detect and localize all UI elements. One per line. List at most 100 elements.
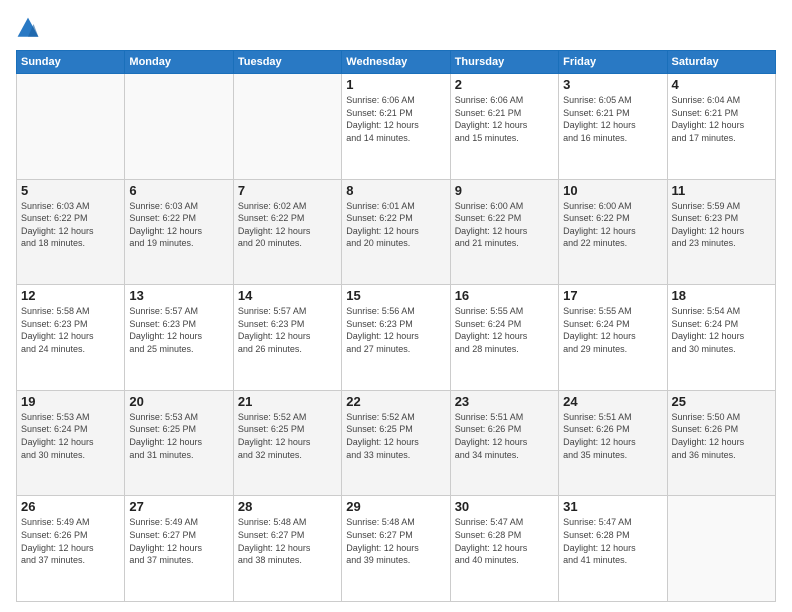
calendar-week-5: 26 Sunrise: 5:49 AM Sunset: 6:26 PM Dayli…	[17, 496, 776, 602]
calendar-cell: 1 Sunrise: 6:06 AM Sunset: 6:21 PM Daylig…	[342, 74, 450, 180]
day-number: 12	[21, 288, 120, 303]
day-number: 19	[21, 394, 120, 409]
day-info: Sunrise: 5:53 AM Sunset: 6:25 PM Dayligh…	[129, 411, 228, 461]
header	[16, 16, 776, 40]
day-number: 24	[563, 394, 662, 409]
calendar-cell: 30 Sunrise: 5:47 AM Sunset: 6:28 PM Dayli…	[450, 496, 558, 602]
day-number: 15	[346, 288, 445, 303]
weekday-thursday: Thursday	[450, 51, 558, 74]
day-info: Sunrise: 5:53 AM Sunset: 6:24 PM Dayligh…	[21, 411, 120, 461]
calendar-cell: 23 Sunrise: 5:51 AM Sunset: 6:26 PM Dayli…	[450, 390, 558, 496]
day-number: 3	[563, 77, 662, 92]
day-info: Sunrise: 5:54 AM Sunset: 6:24 PM Dayligh…	[672, 305, 771, 355]
day-number: 4	[672, 77, 771, 92]
calendar-week-3: 12Sunrise: 5:58 AM Sunset: 6:23 PM Dayli…	[17, 285, 776, 391]
day-info: Sunrise: 6:02 AM Sunset: 6:22 PM Dayligh…	[238, 200, 337, 250]
calendar-cell: 5Sunrise: 6:03 AM Sunset: 6:22 PM Daylig…	[17, 179, 125, 285]
weekday-sunday: Sunday	[17, 51, 125, 74]
day-number: 14	[238, 288, 337, 303]
calendar-cell: 22 Sunrise: 5:52 AM Sunset: 6:25 PM Dayli…	[342, 390, 450, 496]
calendar-week-1: 1 Sunrise: 6:06 AM Sunset: 6:21 PM Daylig…	[17, 74, 776, 180]
day-info: Sunrise: 6:05 AM Sunset: 6:21 PM Dayligh…	[563, 94, 662, 144]
calendar-cell: 29 Sunrise: 5:48 AM Sunset: 6:27 PM Dayli…	[342, 496, 450, 602]
calendar-cell	[667, 496, 775, 602]
day-info: Sunrise: 6:00 AM Sunset: 6:22 PM Dayligh…	[455, 200, 554, 250]
day-number: 30	[455, 499, 554, 514]
day-number: 16	[455, 288, 554, 303]
weekday-friday: Friday	[559, 51, 667, 74]
calendar-cell: 8 Sunrise: 6:01 AM Sunset: 6:22 PM Daylig…	[342, 179, 450, 285]
day-info: Sunrise: 5:50 AM Sunset: 6:26 PM Dayligh…	[672, 411, 771, 461]
calendar-cell: 27Sunrise: 5:49 AM Sunset: 6:27 PM Dayli…	[125, 496, 233, 602]
weekday-header-row: SundayMondayTuesdayWednesdayThursdayFrid…	[17, 51, 776, 74]
day-info: Sunrise: 5:49 AM Sunset: 6:26 PM Dayligh…	[21, 516, 120, 566]
day-number: 22	[346, 394, 445, 409]
day-number: 1	[346, 77, 445, 92]
day-info: Sunrise: 5:48 AM Sunset: 6:27 PM Dayligh…	[346, 516, 445, 566]
calendar-table: SundayMondayTuesdayWednesdayThursdayFrid…	[16, 50, 776, 602]
day-number: 10	[563, 183, 662, 198]
logo	[16, 16, 44, 40]
day-number: 21	[238, 394, 337, 409]
day-info: Sunrise: 5:47 AM Sunset: 6:28 PM Dayligh…	[563, 516, 662, 566]
weekday-wednesday: Wednesday	[342, 51, 450, 74]
day-number: 7	[238, 183, 337, 198]
calendar-cell: 4Sunrise: 6:04 AM Sunset: 6:21 PM Daylig…	[667, 74, 775, 180]
calendar-cell: 26 Sunrise: 5:49 AM Sunset: 6:26 PM Dayli…	[17, 496, 125, 602]
weekday-saturday: Saturday	[667, 51, 775, 74]
day-info: Sunrise: 6:06 AM Sunset: 6:21 PM Dayligh…	[346, 94, 445, 144]
calendar-cell: 7 Sunrise: 6:02 AM Sunset: 6:22 PM Daylig…	[233, 179, 341, 285]
calendar-cell: 12Sunrise: 5:58 AM Sunset: 6:23 PM Dayli…	[17, 285, 125, 391]
day-number: 2	[455, 77, 554, 92]
calendar-week-2: 5 Sunrise: 6:03 AM Sunset: 6:22 PM Daylig…	[17, 179, 776, 285]
day-number: 8	[346, 183, 445, 198]
calendar-cell	[233, 74, 341, 180]
calendar-cell: 2 Sunrise: 6:06 AM Sunset: 6:21 PM Daylig…	[450, 74, 558, 180]
weekday-tuesday: Tuesday	[233, 51, 341, 74]
day-number: 20	[129, 394, 228, 409]
day-info: Sunrise: 5:57 AM Sunset: 6:23 PM Dayligh…	[238, 305, 337, 355]
page: SundayMondayTuesdayWednesdayThursdayFrid…	[0, 0, 792, 612]
day-number: 17	[563, 288, 662, 303]
calendar-cell: 11Sunrise: 5:59 AM Sunset: 6:23 PM Dayli…	[667, 179, 775, 285]
day-info: Sunrise: 6:06 AM Sunset: 6:21 PM Dayligh…	[455, 94, 554, 144]
day-info: Sunrise: 5:49 AM Sunset: 6:27 PM Dayligh…	[129, 516, 228, 566]
day-number: 29	[346, 499, 445, 514]
calendar-week-4: 19 Sunrise: 5:53 AM Sunset: 6:24 PM Dayli…	[17, 390, 776, 496]
day-info: Sunrise: 6:00 AM Sunset: 6:22 PM Dayligh…	[563, 200, 662, 250]
day-number: 25	[672, 394, 771, 409]
calendar-cell	[17, 74, 125, 180]
day-number: 18	[672, 288, 771, 303]
day-info: Sunrise: 5:55 AM Sunset: 6:24 PM Dayligh…	[563, 305, 662, 355]
day-number: 28	[238, 499, 337, 514]
day-info: Sunrise: 5:56 AM Sunset: 6:23 PM Dayligh…	[346, 305, 445, 355]
logo-icon	[16, 16, 40, 40]
calendar-cell: 9 Sunrise: 6:00 AM Sunset: 6:22 PM Daylig…	[450, 179, 558, 285]
day-number: 26	[21, 499, 120, 514]
calendar-cell: 18 Sunrise: 5:54 AM Sunset: 6:24 PM Dayli…	[667, 285, 775, 391]
day-info: Sunrise: 5:52 AM Sunset: 6:25 PM Dayligh…	[346, 411, 445, 461]
day-info: Sunrise: 5:51 AM Sunset: 6:26 PM Dayligh…	[455, 411, 554, 461]
day-info: Sunrise: 5:55 AM Sunset: 6:24 PM Dayligh…	[455, 305, 554, 355]
calendar-cell: 28Sunrise: 5:48 AM Sunset: 6:27 PM Dayli…	[233, 496, 341, 602]
day-info: Sunrise: 6:01 AM Sunset: 6:22 PM Dayligh…	[346, 200, 445, 250]
calendar-cell: 16 Sunrise: 5:55 AM Sunset: 6:24 PM Dayli…	[450, 285, 558, 391]
calendar-cell: 3 Sunrise: 6:05 AM Sunset: 6:21 PM Daylig…	[559, 74, 667, 180]
calendar-cell: 13Sunrise: 5:57 AM Sunset: 6:23 PM Dayli…	[125, 285, 233, 391]
day-info: Sunrise: 6:03 AM Sunset: 6:22 PM Dayligh…	[129, 200, 228, 250]
calendar-cell: 21 Sunrise: 5:52 AM Sunset: 6:25 PM Dayli…	[233, 390, 341, 496]
weekday-monday: Monday	[125, 51, 233, 74]
calendar-cell	[125, 74, 233, 180]
calendar-cell: 6 Sunrise: 6:03 AM Sunset: 6:22 PM Daylig…	[125, 179, 233, 285]
calendar-cell: 25 Sunrise: 5:50 AM Sunset: 6:26 PM Dayli…	[667, 390, 775, 496]
calendar-cell: 17 Sunrise: 5:55 AM Sunset: 6:24 PM Dayli…	[559, 285, 667, 391]
day-number: 23	[455, 394, 554, 409]
day-number: 9	[455, 183, 554, 198]
day-info: Sunrise: 5:47 AM Sunset: 6:28 PM Dayligh…	[455, 516, 554, 566]
day-info: Sunrise: 5:51 AM Sunset: 6:26 PM Dayligh…	[563, 411, 662, 461]
day-number: 5	[21, 183, 120, 198]
calendar-cell: 10 Sunrise: 6:00 AM Sunset: 6:22 PM Dayli…	[559, 179, 667, 285]
calendar-cell: 19 Sunrise: 5:53 AM Sunset: 6:24 PM Dayli…	[17, 390, 125, 496]
day-number: 6	[129, 183, 228, 198]
day-info: Sunrise: 5:52 AM Sunset: 6:25 PM Dayligh…	[238, 411, 337, 461]
